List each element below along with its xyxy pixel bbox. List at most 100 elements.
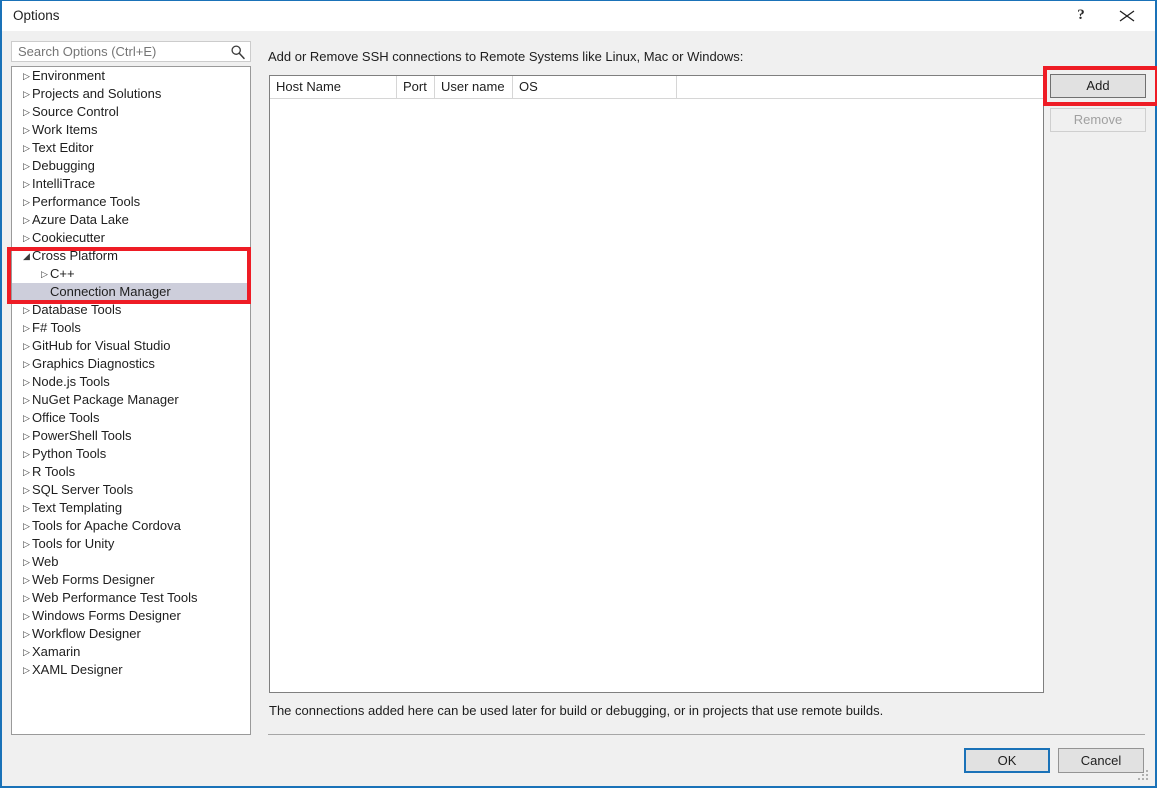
tree-item[interactable]: ▷Source Control (12, 103, 250, 121)
tree-item[interactable]: ▷Projects and Solutions (12, 85, 250, 103)
chevron-right-icon[interactable]: ▷ (21, 589, 32, 607)
tree-item-label: Windows Forms Designer (32, 608, 181, 623)
chevron-right-icon[interactable]: ▷ (21, 571, 32, 589)
tree-item-label: Cross Platform (32, 248, 118, 263)
tree-item[interactable]: ▷Node.js Tools (12, 373, 250, 391)
pane-description: Add or Remove SSH connections to Remote … (268, 49, 743, 64)
chevron-right-icon[interactable]: ▷ (21, 175, 32, 193)
grid-column-header[interactable]: Port (397, 76, 435, 98)
chevron-right-icon[interactable]: ▷ (21, 121, 32, 139)
tree-item[interactable]: ▷XAML Designer (12, 661, 250, 679)
tree-item-label: Workflow Designer (32, 626, 141, 641)
tree-item-label: C++ (50, 266, 75, 281)
tree-item[interactable]: ▷Windows Forms Designer (12, 607, 250, 625)
grid-column-header[interactable] (677, 76, 1043, 98)
tree-item[interactable]: ▷Tools for Apache Cordova (12, 517, 250, 535)
grid-column-header[interactable]: User name (435, 76, 513, 98)
close-button[interactable] (1107, 1, 1147, 30)
tree-item[interactable]: ▷Workflow Designer (12, 625, 250, 643)
options-category-tree[interactable]: ▷Environment▷Projects and Solutions▷Sour… (11, 66, 251, 735)
tree-item-label: Environment (32, 68, 105, 83)
question-mark-icon: ? (1061, 1, 1101, 30)
help-button[interactable]: ? (1061, 1, 1101, 30)
tree-item[interactable]: ▷Python Tools (12, 445, 250, 463)
chevron-right-icon[interactable]: ▷ (21, 445, 32, 463)
chevron-right-icon[interactable]: ▷ (21, 481, 32, 499)
chevron-right-icon[interactable]: ▷ (21, 193, 32, 211)
chevron-right-icon[interactable]: ▷ (21, 67, 32, 85)
chevron-right-icon[interactable]: ▷ (39, 265, 50, 283)
chevron-right-icon[interactable]: ▷ (21, 409, 32, 427)
chevron-right-icon[interactable]: ▷ (21, 229, 32, 247)
search-input[interactable] (18, 44, 218, 59)
connections-grid[interactable]: Host NamePortUser nameOS (269, 75, 1044, 693)
chevron-right-icon[interactable]: ▷ (21, 499, 32, 517)
tree-item[interactable]: ▷Connection Manager (12, 283, 250, 301)
chevron-right-icon[interactable]: ▷ (21, 661, 32, 679)
chevron-right-icon[interactable]: ▷ (21, 85, 32, 103)
tree-item[interactable]: ▷Environment (12, 67, 250, 85)
tree-item[interactable]: ◢Cross Platform (12, 247, 250, 265)
cancel-button[interactable]: Cancel (1058, 748, 1144, 773)
tree-item[interactable]: ▷Graphics Diagnostics (12, 355, 250, 373)
tree-item-label: Text Templating (32, 500, 122, 515)
tree-item-label: GitHub for Visual Studio (32, 338, 171, 353)
chevron-right-icon[interactable]: ▷ (21, 337, 32, 355)
chevron-right-icon[interactable]: ▷ (21, 319, 32, 337)
tree-item-label: Source Control (32, 104, 119, 119)
tree-item-label: Xamarin (32, 644, 80, 659)
grid-column-header[interactable]: Host Name (270, 76, 397, 98)
tree-item[interactable]: ▷R Tools (12, 463, 250, 481)
chevron-down-icon[interactable]: ◢ (21, 247, 32, 265)
ok-button[interactable]: OK (964, 748, 1050, 773)
tree-item[interactable]: ▷Tools for Unity (12, 535, 250, 553)
tree-item[interactable]: ▷Text Templating (12, 499, 250, 517)
chevron-right-icon[interactable]: ▷ (21, 643, 32, 661)
chevron-right-icon[interactable]: ▷ (21, 355, 32, 373)
tree-item[interactable]: ▷GitHub for Visual Studio (12, 337, 250, 355)
chevron-right-icon[interactable]: ▷ (21, 517, 32, 535)
chevron-right-icon[interactable]: ▷ (21, 103, 32, 121)
chevron-right-icon[interactable]: ▷ (21, 607, 32, 625)
tree-item-label: XAML Designer (32, 662, 123, 677)
tree-item[interactable]: ▷NuGet Package Manager (12, 391, 250, 409)
grid-column-header[interactable]: OS (513, 76, 677, 98)
tree-item-label: Debugging (32, 158, 95, 173)
add-button[interactable]: Add (1050, 74, 1146, 98)
tree-item[interactable]: ▷Web Performance Test Tools (12, 589, 250, 607)
tree-item[interactable]: ▷Xamarin (12, 643, 250, 661)
tree-item[interactable]: ▷IntelliTrace (12, 175, 250, 193)
tree-item[interactable]: ▷Work Items (12, 121, 250, 139)
resize-grip[interactable] (1138, 770, 1150, 782)
tree-item[interactable]: ▷Web (12, 553, 250, 571)
chevron-right-icon[interactable]: ▷ (21, 391, 32, 409)
chevron-right-icon[interactable]: ▷ (21, 625, 32, 643)
tree-item[interactable]: ▷SQL Server Tools (12, 481, 250, 499)
chevron-right-icon[interactable]: ▷ (21, 301, 32, 319)
chevron-right-icon[interactable]: ▷ (21, 157, 32, 175)
chevron-right-icon[interactable]: ▷ (21, 211, 32, 229)
chevron-right-icon[interactable]: ▷ (21, 553, 32, 571)
chevron-right-icon[interactable]: ▷ (21, 535, 32, 553)
chevron-right-icon[interactable]: ▷ (21, 427, 32, 445)
tree-item[interactable]: ▷Performance Tools (12, 193, 250, 211)
chevron-right-icon[interactable]: ▷ (21, 139, 32, 157)
tree-item[interactable]: ▷C++ (12, 265, 250, 283)
chevron-right-icon[interactable]: ▷ (21, 373, 32, 391)
tree-item-label: F# Tools (32, 320, 81, 335)
tree-item[interactable]: ▷Database Tools (12, 301, 250, 319)
tree-item[interactable]: ▷Web Forms Designer (12, 571, 250, 589)
tree-item[interactable]: ▷Cookiecutter (12, 229, 250, 247)
tree-item-label: Connection Manager (50, 284, 171, 299)
search-options-box[interactable] (11, 41, 251, 62)
tree-item[interactable]: ▷Text Editor (12, 139, 250, 157)
tree-item-label: Web Performance Test Tools (32, 590, 197, 605)
tree-item[interactable]: ▷PowerShell Tools (12, 427, 250, 445)
chevron-right-icon[interactable]: ▷ (21, 463, 32, 481)
tree-item[interactable]: ▷F# Tools (12, 319, 250, 337)
tree-item[interactable]: ▷Azure Data Lake (12, 211, 250, 229)
tree-item[interactable]: ▷Debugging (12, 157, 250, 175)
tree-item[interactable]: ▷Office Tools (12, 409, 250, 427)
tree-item-label: R Tools (32, 464, 75, 479)
search-icon[interactable] (230, 44, 246, 60)
